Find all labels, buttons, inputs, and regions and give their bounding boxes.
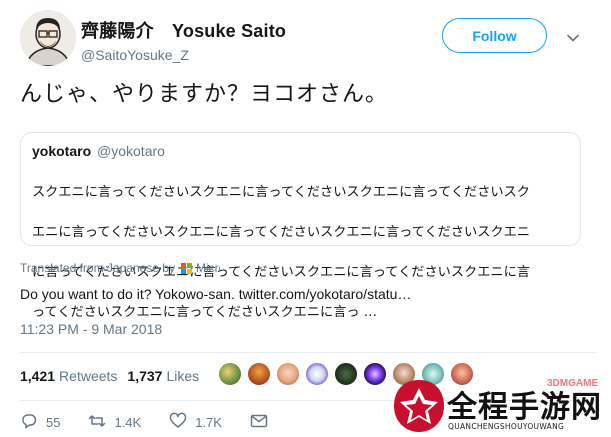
quote-author-name: yokotaro (32, 143, 92, 159)
translated-text: Do you want to do it? Yokowo-san. twitte… (20, 286, 412, 302)
reply-count: 55 (46, 414, 61, 430)
quote-text: スクエニに言ってくださいスクエニに言ってくださいスクエニに言ってくださいスク エ… (32, 163, 568, 343)
avatar[interactable] (305, 362, 329, 386)
reply-icon (20, 412, 38, 433)
avatar[interactable] (363, 362, 387, 386)
microsoft-logo-icon (180, 262, 192, 274)
like-count[interactable]: 1,737 (127, 368, 162, 384)
avatar[interactable] (218, 362, 242, 386)
chevron-down-icon[interactable] (566, 30, 580, 44)
avatar[interactable] (334, 362, 358, 386)
quote-line: ってくださいスクエニに言ってくださいスクエニに言っ … (32, 305, 377, 320)
site-watermark: 3DMGAME 全程手游网 QUANCHENGSHOUYOUWANG (392, 378, 611, 437)
quoted-tweet[interactable]: yokotaro @yokotaro スクエニに言ってくださいスクエニに言ってく… (20, 132, 581, 320)
author-names: 齊藤陽介 Yosuke Saito @SaitoYosuke_Z (81, 17, 286, 63)
heart-icon (169, 412, 187, 433)
tweet-actions: 55 1.4K 1.7K (20, 412, 296, 432)
watermark-logo-icon (392, 378, 446, 434)
user-handle[interactable]: @SaitoYosuke_Z (81, 47, 286, 63)
quote-author-handle: @yokotaro (97, 143, 165, 159)
quote-line: エニに言ってくださいスクエニに言ってくださいスクエニに言ってくださいスクエニ (32, 225, 530, 240)
watermark-title: 全程手游网 (447, 390, 602, 425)
display-name[interactable]: 齊藤陽介 Yosuke Saito (81, 17, 286, 43)
retweet-count[interactable]: 1,421 (20, 368, 55, 384)
reply-button[interactable]: 55 (20, 412, 60, 433)
watermark-subtitle: QUANCHENGSHOUYOUWANG (448, 422, 565, 431)
like-button[interactable]: 1.7K (169, 412, 222, 433)
quote-author: yokotaro @yokotaro (32, 143, 568, 159)
mail-icon (250, 412, 268, 433)
avatar[interactable] (247, 362, 271, 386)
avatar[interactable] (276, 362, 300, 386)
tweet-header: 齊藤陽介 Yosuke Saito @SaitoYosuke_Z Follow (20, 10, 595, 66)
translation-attribution: Translated from Japanese by Micros (20, 261, 220, 275)
follow-button[interactable]: Follow (442, 18, 547, 53)
divider (20, 352, 595, 353)
tweet-timestamp[interactable]: 11:23 PM - 9 Mar 2018 (20, 321, 162, 337)
engagement-stats: 1,421 Retweets 1,737 Likes (20, 362, 209, 390)
retweet-action-count: 1.4K (114, 414, 142, 430)
translation-provider: Micros (195, 261, 220, 275)
like-action-count: 1.7K (195, 414, 222, 430)
translated-label: Translated from Japanese by (20, 261, 175, 275)
avatar[interactable] (20, 10, 76, 66)
like-label[interactable]: Likes (166, 368, 199, 384)
retweet-button[interactable]: 1.4K (88, 412, 141, 433)
retweet-label[interactable]: Retweets (59, 368, 117, 384)
tweet-text: んじゃ、やりますか？ヨコオさん。 (20, 82, 389, 107)
direct-message-button[interactable] (250, 412, 268, 433)
retweet-icon (88, 412, 106, 433)
quote-line: スクエニに言ってくださいスクエニに言ってくださいスクエニに言ってくださいスク (32, 185, 530, 200)
